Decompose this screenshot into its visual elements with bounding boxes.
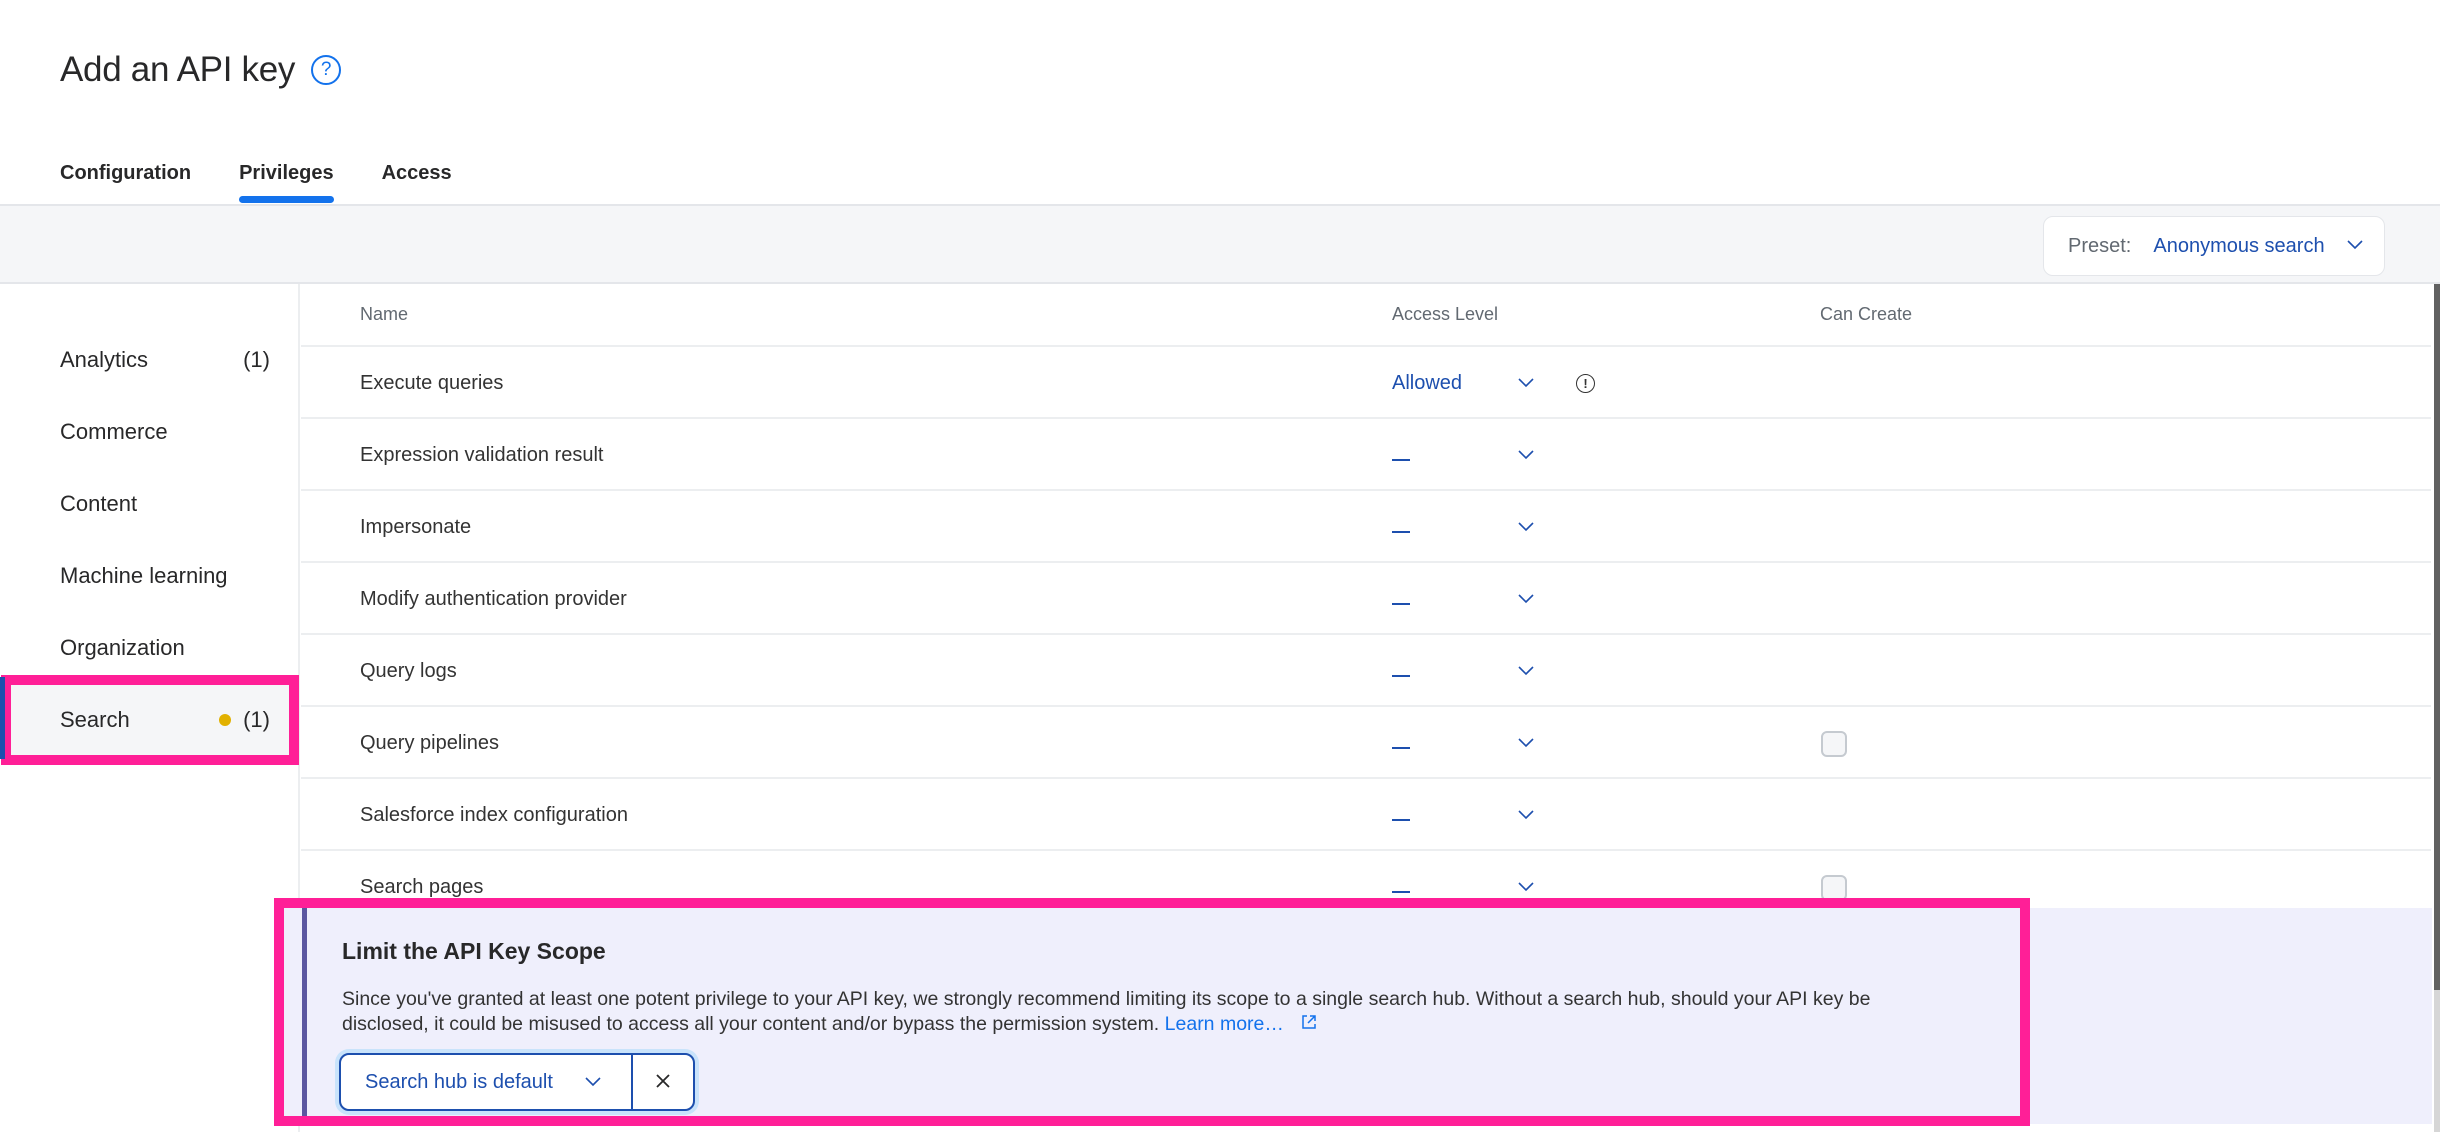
table-row: Expression validation result bbox=[301, 419, 2431, 491]
access-level-value bbox=[1392, 660, 1518, 683]
access-level-dropdown[interactable] bbox=[1392, 419, 1542, 491]
sidebar-item-machine-learning[interactable]: Machine learning bbox=[10, 540, 290, 612]
tab-configuration[interactable]: Configuration bbox=[60, 158, 191, 204]
active-item-indicator bbox=[0, 677, 5, 759]
unset-dash bbox=[1392, 674, 1410, 677]
chevron-down-icon bbox=[2346, 237, 2363, 255]
chevron-down-icon bbox=[1518, 879, 1534, 895]
chevron-down-icon bbox=[1518, 519, 1534, 535]
privilege-name: Query pipelines bbox=[360, 731, 499, 754]
limit-scope-banner: Limit the API Key Scope Since you've gra… bbox=[274, 898, 2030, 1126]
unset-dash bbox=[1392, 890, 1410, 893]
table-row: Query logs bbox=[301, 635, 2431, 707]
privilege-name: Impersonate bbox=[360, 515, 472, 538]
unset-dash bbox=[1392, 458, 1410, 461]
can-create-checkbox[interactable] bbox=[1821, 731, 1847, 757]
search-hub-dropdown[interactable]: Search hub is default bbox=[341, 1055, 633, 1109]
table-row: Impersonate bbox=[301, 491, 2431, 563]
privilege-name: Modify authentication provider bbox=[360, 587, 627, 610]
tab-bar: Configuration Privileges Access bbox=[60, 158, 500, 204]
access-level-dropdown[interactable]: Allowed bbox=[1392, 347, 1542, 419]
sidebar-item-count: (1) bbox=[243, 707, 270, 732]
privilege-name: Salesforce index configuration bbox=[360, 803, 628, 826]
table-row: Modify authentication provider bbox=[301, 563, 2431, 635]
chevron-down-icon bbox=[1518, 591, 1534, 607]
access-level-dropdown[interactable] bbox=[1392, 707, 1542, 779]
scrollbar-thumb[interactable] bbox=[2434, 284, 2440, 990]
table-header: Name Access Level Can Create bbox=[301, 284, 2431, 347]
preset-label: Preset: bbox=[2068, 234, 2132, 257]
unset-dash bbox=[1392, 746, 1410, 749]
sidebar-item-commerce[interactable]: Commerce bbox=[10, 396, 290, 468]
chevron-down-icon bbox=[1518, 663, 1534, 679]
chevron-down-icon bbox=[1518, 375, 1534, 391]
table-row: Query pipelines bbox=[301, 707, 2431, 779]
access-level-value bbox=[1392, 804, 1518, 827]
external-link-icon[interactable] bbox=[1301, 1015, 1317, 1034]
sidebar-item-count: (1) bbox=[243, 347, 270, 372]
clear-search-hub-button[interactable] bbox=[633, 1055, 693, 1109]
privilege-name: Query logs bbox=[360, 659, 457, 682]
privilege-category-sidebar: Analytics (1) Commerce Content Machine l… bbox=[0, 284, 300, 1132]
chevron-down-icon bbox=[1518, 735, 1534, 751]
tab-access[interactable]: Access bbox=[382, 158, 452, 204]
vertical-scrollbar[interactable] bbox=[2434, 284, 2440, 1132]
sidebar-item-label: Search bbox=[60, 707, 130, 732]
warning-info-icon[interactable]: ! bbox=[1576, 374, 1595, 393]
access-level-value bbox=[1392, 876, 1518, 899]
access-level-value bbox=[1392, 732, 1518, 755]
preset-dropdown[interactable]: Preset: Anonymous search bbox=[2043, 216, 2385, 276]
privileges-table: Name Access Level Can Create Execute que… bbox=[301, 284, 2431, 923]
access-level-dropdown[interactable] bbox=[1392, 563, 1542, 635]
chevron-down-icon bbox=[1518, 447, 1534, 463]
access-level-dropdown[interactable] bbox=[1392, 635, 1542, 707]
unset-dash bbox=[1392, 602, 1410, 605]
column-header-access-level: Access Level bbox=[1392, 304, 1499, 324]
sidebar-item-label: Commerce bbox=[60, 419, 168, 444]
access-level-value bbox=[1392, 588, 1518, 611]
banner-body: Since you've granted at least one potent… bbox=[342, 988, 1871, 1035]
privilege-name: Expression validation result bbox=[360, 443, 604, 466]
privileges-toolbar: Preset: Anonymous search bbox=[0, 204, 2440, 284]
chevron-down-icon bbox=[1518, 807, 1534, 823]
sidebar-item-analytics[interactable]: Analytics (1) bbox=[10, 324, 290, 396]
column-header-name: Name bbox=[360, 304, 409, 324]
learn-more-link[interactable]: Learn more… bbox=[1165, 1013, 1284, 1035]
privilege-name: Execute queries bbox=[360, 371, 504, 394]
search-hub-value: Search hub is default bbox=[365, 1070, 553, 1093]
preset-value: Anonymous search bbox=[2153, 234, 2325, 257]
banner-accent-bar bbox=[302, 908, 307, 1116]
access-level-dropdown[interactable] bbox=[1392, 779, 1542, 851]
sidebar-item-search[interactable]: Search (1) bbox=[1, 675, 299, 765]
sidebar-item-label: Content bbox=[60, 491, 138, 516]
access-level-value: Allowed bbox=[1392, 371, 1463, 394]
sidebar-item-content[interactable]: Content bbox=[10, 468, 290, 540]
close-icon bbox=[655, 1069, 671, 1095]
sidebar-item-organization[interactable]: Organization bbox=[10, 612, 290, 684]
unset-dash bbox=[1392, 530, 1410, 533]
chevron-down-icon bbox=[585, 1074, 601, 1090]
unset-dash bbox=[1392, 818, 1410, 821]
sidebar-item-label: Analytics bbox=[60, 347, 149, 372]
question-circle-icon[interactable]: ? bbox=[311, 55, 342, 85]
table-row: Salesforce index configuration bbox=[301, 779, 2431, 851]
banner-text: Since you've granted at least one potent… bbox=[342, 987, 1882, 1038]
access-level-dropdown[interactable] bbox=[1392, 491, 1542, 563]
page-header: Add an API key ? bbox=[60, 50, 342, 90]
access-level-value bbox=[1392, 444, 1518, 467]
banner-title: Limit the API Key Scope bbox=[342, 938, 606, 964]
access-level-value bbox=[1392, 516, 1518, 539]
sidebar-item-label: Machine learning bbox=[60, 563, 228, 588]
tab-privileges[interactable]: Privileges bbox=[239, 158, 334, 204]
sidebar-item-label: Organization bbox=[60, 635, 185, 660]
search-hub-filter: Search hub is default bbox=[339, 1053, 695, 1111]
modified-dot-icon bbox=[219, 714, 232, 726]
column-header-can-create: Can Create bbox=[1820, 304, 1913, 324]
page-title: Add an API key bbox=[60, 50, 296, 89]
table-row: Execute queries Allowed ! bbox=[301, 347, 2431, 419]
